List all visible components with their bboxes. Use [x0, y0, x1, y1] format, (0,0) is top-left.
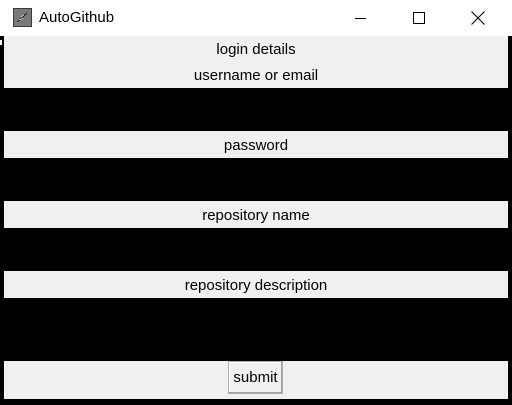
username-input[interactable] [4, 88, 508, 131]
form-panel: login details username or email password… [4, 36, 508, 399]
username-label: username or email [193, 67, 319, 84]
password-label: password [223, 137, 289, 154]
repository-name-label: repository name [202, 207, 310, 224]
repository-description-label: repository description [184, 277, 328, 294]
window-edge-mark [0, 40, 2, 45]
repository-description-input[interactable] [4, 298, 508, 361]
close-button[interactable] [455, 0, 501, 36]
maximize-button[interactable] [396, 0, 442, 36]
password-input[interactable] [4, 158, 508, 201]
app-window: AutoGithub login details username or ema… [0, 0, 512, 405]
maximize-icon [413, 12, 425, 24]
window-title: AutoGithub [39, 9, 115, 26]
feather-icon [13, 8, 32, 27]
form-heading: login details [216, 41, 296, 58]
submit-button[interactable]: submit [228, 361, 283, 394]
repository-name-input[interactable] [4, 228, 508, 271]
close-icon [471, 11, 485, 25]
minimize-button[interactable] [338, 0, 384, 36]
title-bar[interactable]: AutoGithub [0, 0, 512, 36]
minimize-icon [355, 18, 366, 19]
